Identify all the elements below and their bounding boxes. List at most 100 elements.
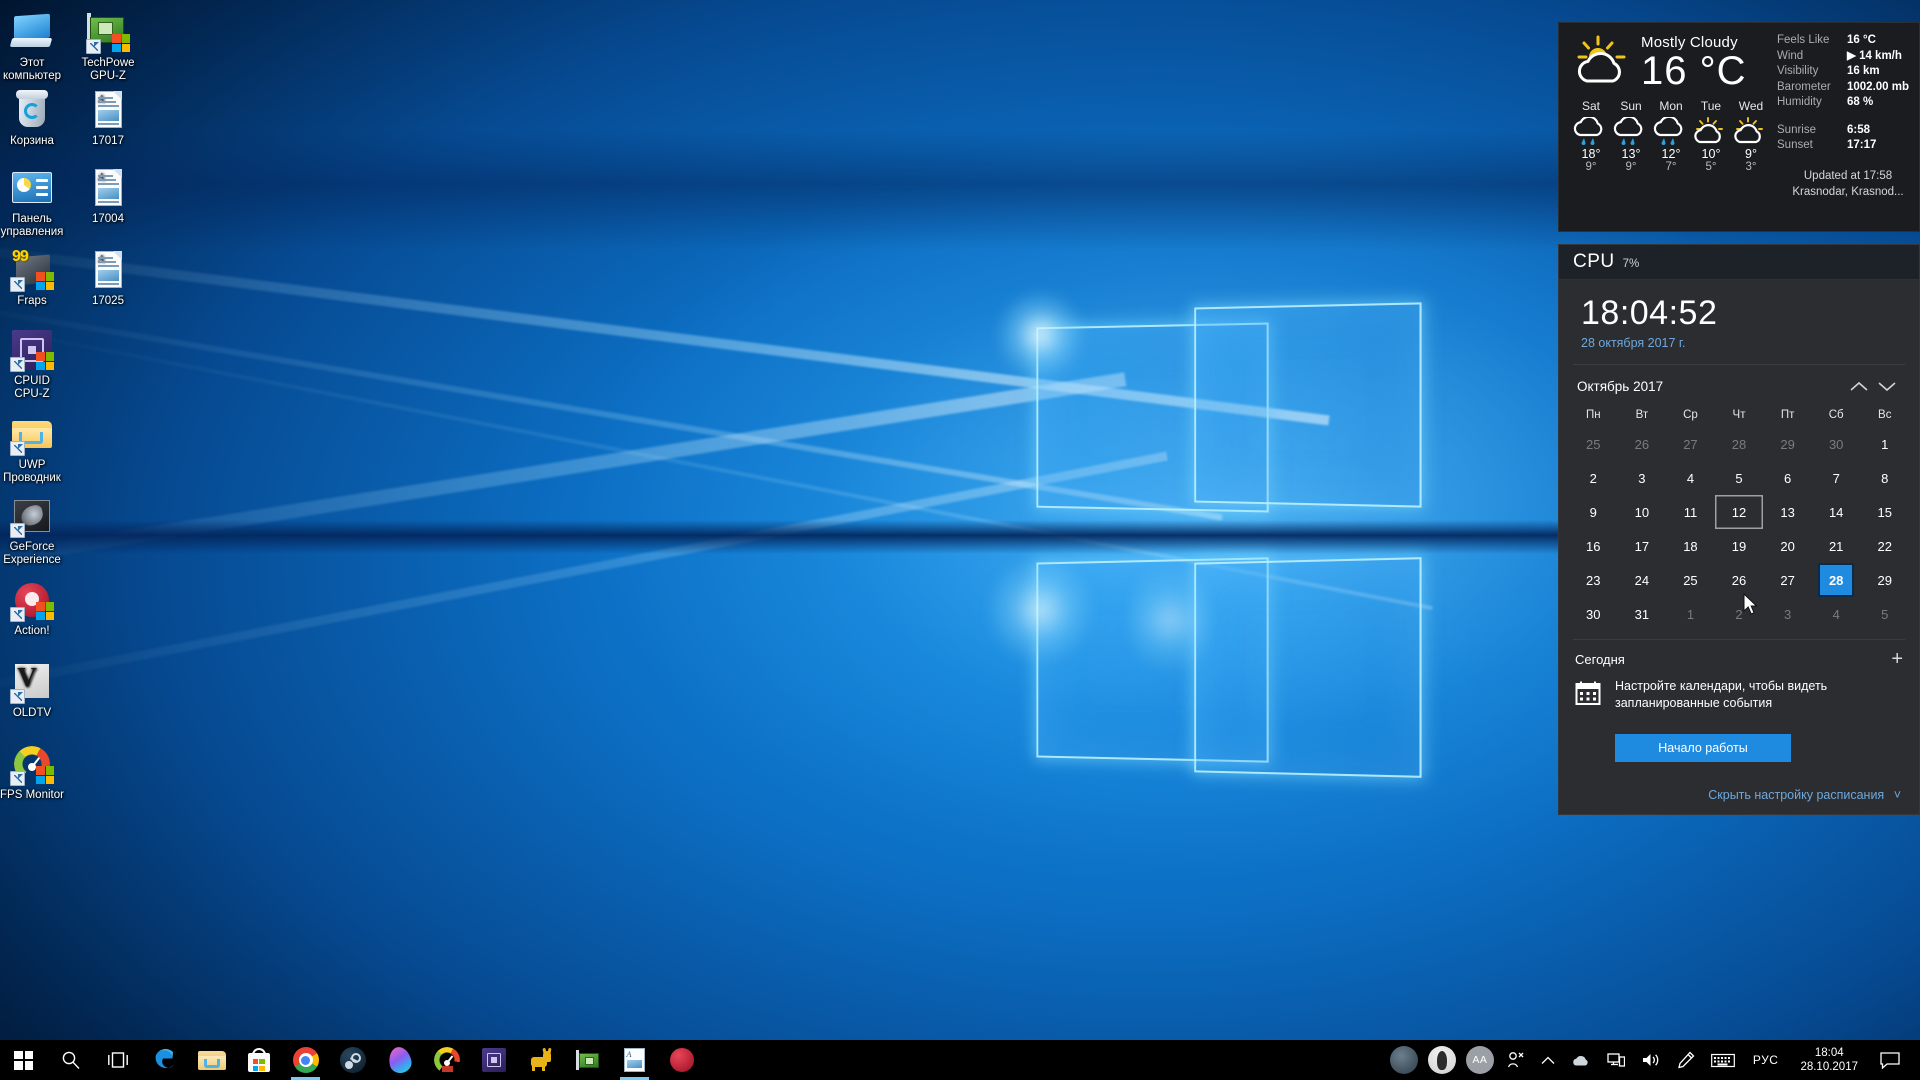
microsoft-store-button[interactable] [235,1040,282,1080]
show-hidden-icons[interactable] [1533,1040,1563,1080]
desktop-icon-gpuz[interactable]: TechPowe GPU-Z [76,10,140,83]
calendar-day[interactable]: 25 [1666,563,1715,597]
hide-schedule-link[interactable]: Скрыть настройку расписания ˅ [1708,788,1901,802]
volume-icon[interactable] [1633,1040,1669,1080]
calendar-day[interactable]: 29 [1763,427,1812,461]
calendar-day[interactable]: 21 [1812,529,1861,563]
calendar-day[interactable]: 15 [1860,495,1909,529]
action-recorder-button[interactable] [658,1040,705,1080]
desktop-icon-this-pc[interactable]: Этот компьютер [0,10,64,83]
network-icon[interactable] [1599,1040,1633,1080]
calendar-day[interactable]: 25 [1569,427,1618,461]
desktop-icon-doc-17025[interactable]: A 17025 [76,248,140,308]
desktop-icon-recycle-bin[interactable]: Корзина [0,88,64,148]
touch-keyboard-icon[interactable] [1703,1040,1743,1080]
calendar-day[interactable]: 14 [1812,495,1861,529]
calendar-day[interactable]: 1 [1860,427,1909,461]
desktop-icon-action[interactable]: Action! [0,578,64,638]
search-button[interactable] [47,1040,94,1080]
calendar-day[interactable]: 19 [1715,529,1764,563]
desktop-icon-doc-17004[interactable]: A 17004 [76,166,140,226]
calendar-day[interactable]: 5 [1715,461,1764,495]
weather-widget[interactable]: Mostly Cloudy 16 °C Sat 18° 9° Sun 13° 9… [1558,22,1920,232]
get-started-button[interactable]: Начало работы [1615,734,1791,762]
chevron-up-icon[interactable] [1845,375,1873,397]
taskbar-clock[interactable]: 18:04 28.10.2017 [1788,1046,1870,1074]
forecast-day[interactable]: Wed 9° 3° [1731,99,1771,173]
forecast-day[interactable]: Sun 13° 9° [1611,99,1651,173]
calendar-day[interactable]: 20 [1763,529,1812,563]
people-avatar-1[interactable] [1389,1046,1418,1074]
start-button[interactable] [0,1040,47,1080]
calendar-day[interactable]: 28 [1715,427,1764,461]
calendar-day[interactable]: 26 [1715,563,1764,597]
onedrive-icon[interactable] [1563,1040,1599,1080]
calendar-day[interactable]: 17 [1618,529,1667,563]
calendar-day[interactable]: 4 [1812,597,1861,631]
calendar-day[interactable]: 2 [1715,597,1764,631]
desktop-icon-cpuid-cpuz[interactable]: CPUID CPU-Z [0,328,64,401]
forecast-day[interactable]: Sat 18° 9° [1571,99,1611,173]
desktop-icon-doc-17017[interactable]: A 17017 [76,88,140,148]
calendar-day[interactable]: 26 [1618,427,1667,461]
clock-date[interactable]: 28 октября 2017 г. [1581,336,1897,350]
calendar-day[interactable]: 27 [1763,563,1812,597]
cpu-usage-bar[interactable]: CPU 7% [1559,245,1919,280]
calendar-day[interactable]: 9 [1569,495,1618,529]
calendar-day[interactable]: 27 [1666,427,1715,461]
calendar-day[interactable]: 8 [1860,461,1909,495]
calendar-day[interactable]: 7 [1812,461,1861,495]
calendar-day[interactable]: 3 [1618,461,1667,495]
calendar-day[interactable]: 23 [1569,563,1618,597]
task-view-button[interactable] [94,1040,141,1080]
calendar-day[interactable]: 11 [1666,495,1715,529]
calendar-day-hovered[interactable]: 12 [1715,495,1764,529]
desktop-icon-fraps[interactable]: 99 Fraps [0,248,64,308]
document-button[interactable]: A [611,1040,658,1080]
calendar-day[interactable]: 13 [1763,495,1812,529]
desktop-icon-control-panel[interactable]: Панель управления [0,166,64,239]
desktop-icon-fps-monitor[interactable]: FPS Monitor [0,742,64,802]
cpuz-button[interactable] [470,1040,517,1080]
forecast-day[interactable]: Mon 12° 7° [1651,99,1691,173]
calendar-day[interactable]: 3 [1763,597,1812,631]
action-center-icon[interactable] [1870,1051,1914,1069]
calendar-day[interactable]: 29 [1860,563,1909,597]
calendar-day[interactable]: 18 [1666,529,1715,563]
calendar-day[interactable]: 16 [1569,529,1618,563]
calendar-weekday-row: Пн Вт Ср Чт Пт Сб Вс [1569,403,1909,427]
desktop-icon-oldtv[interactable]: V OLDTV [0,660,64,720]
people-avatar-initials[interactable]: AA [1465,1046,1494,1074]
language-indicator[interactable]: РУС [1743,1053,1789,1067]
calendar-day[interactable]: 30 [1569,597,1618,631]
paint3d-button[interactable] [376,1040,423,1080]
calendar-day[interactable]: 1 [1666,597,1715,631]
desktop-icon-geforce-experience[interactable]: GeForce Experience [0,494,64,567]
calendar-day[interactable]: 6 [1763,461,1812,495]
calendar-day[interactable]: 2 [1569,461,1618,495]
people-avatar-2[interactable] [1427,1046,1456,1074]
gpuz-button[interactable] [564,1040,611,1080]
calendar-month-title[interactable]: Октябрь 2017 [1577,379,1845,394]
calendar-day[interactable]: 10 [1618,495,1667,529]
chrome-button[interactable] [282,1040,329,1080]
calendar-day[interactable]: 5 [1860,597,1909,631]
calendar-day[interactable]: 4 [1666,461,1715,495]
calendar-day[interactable]: 31 [1618,597,1667,631]
calendar-day[interactable]: 30 [1812,427,1861,461]
desktop-icon-uwp-explorer[interactable]: UWP Проводник [0,412,64,485]
plus-icon[interactable]: + [1891,649,1903,669]
calendar-day-today[interactable]: 28 [1818,563,1855,597]
forecast-day[interactable]: Tue 10° 5° [1691,99,1731,173]
calendar-day[interactable]: 22 [1860,529,1909,563]
chevron-down-icon[interactable] [1873,375,1901,397]
steam-button[interactable] [329,1040,376,1080]
pen-workspace-icon[interactable] [1669,1040,1703,1080]
edge-button[interactable] [141,1040,188,1080]
people-icon[interactable] [1499,1040,1533,1080]
donkey-button[interactable] [517,1040,564,1080]
recycle-bin-icon [10,88,54,132]
calendar-day[interactable]: 24 [1618,563,1667,597]
file-explorer-button[interactable] [188,1040,235,1080]
fps-monitor-button[interactable] [423,1040,470,1080]
